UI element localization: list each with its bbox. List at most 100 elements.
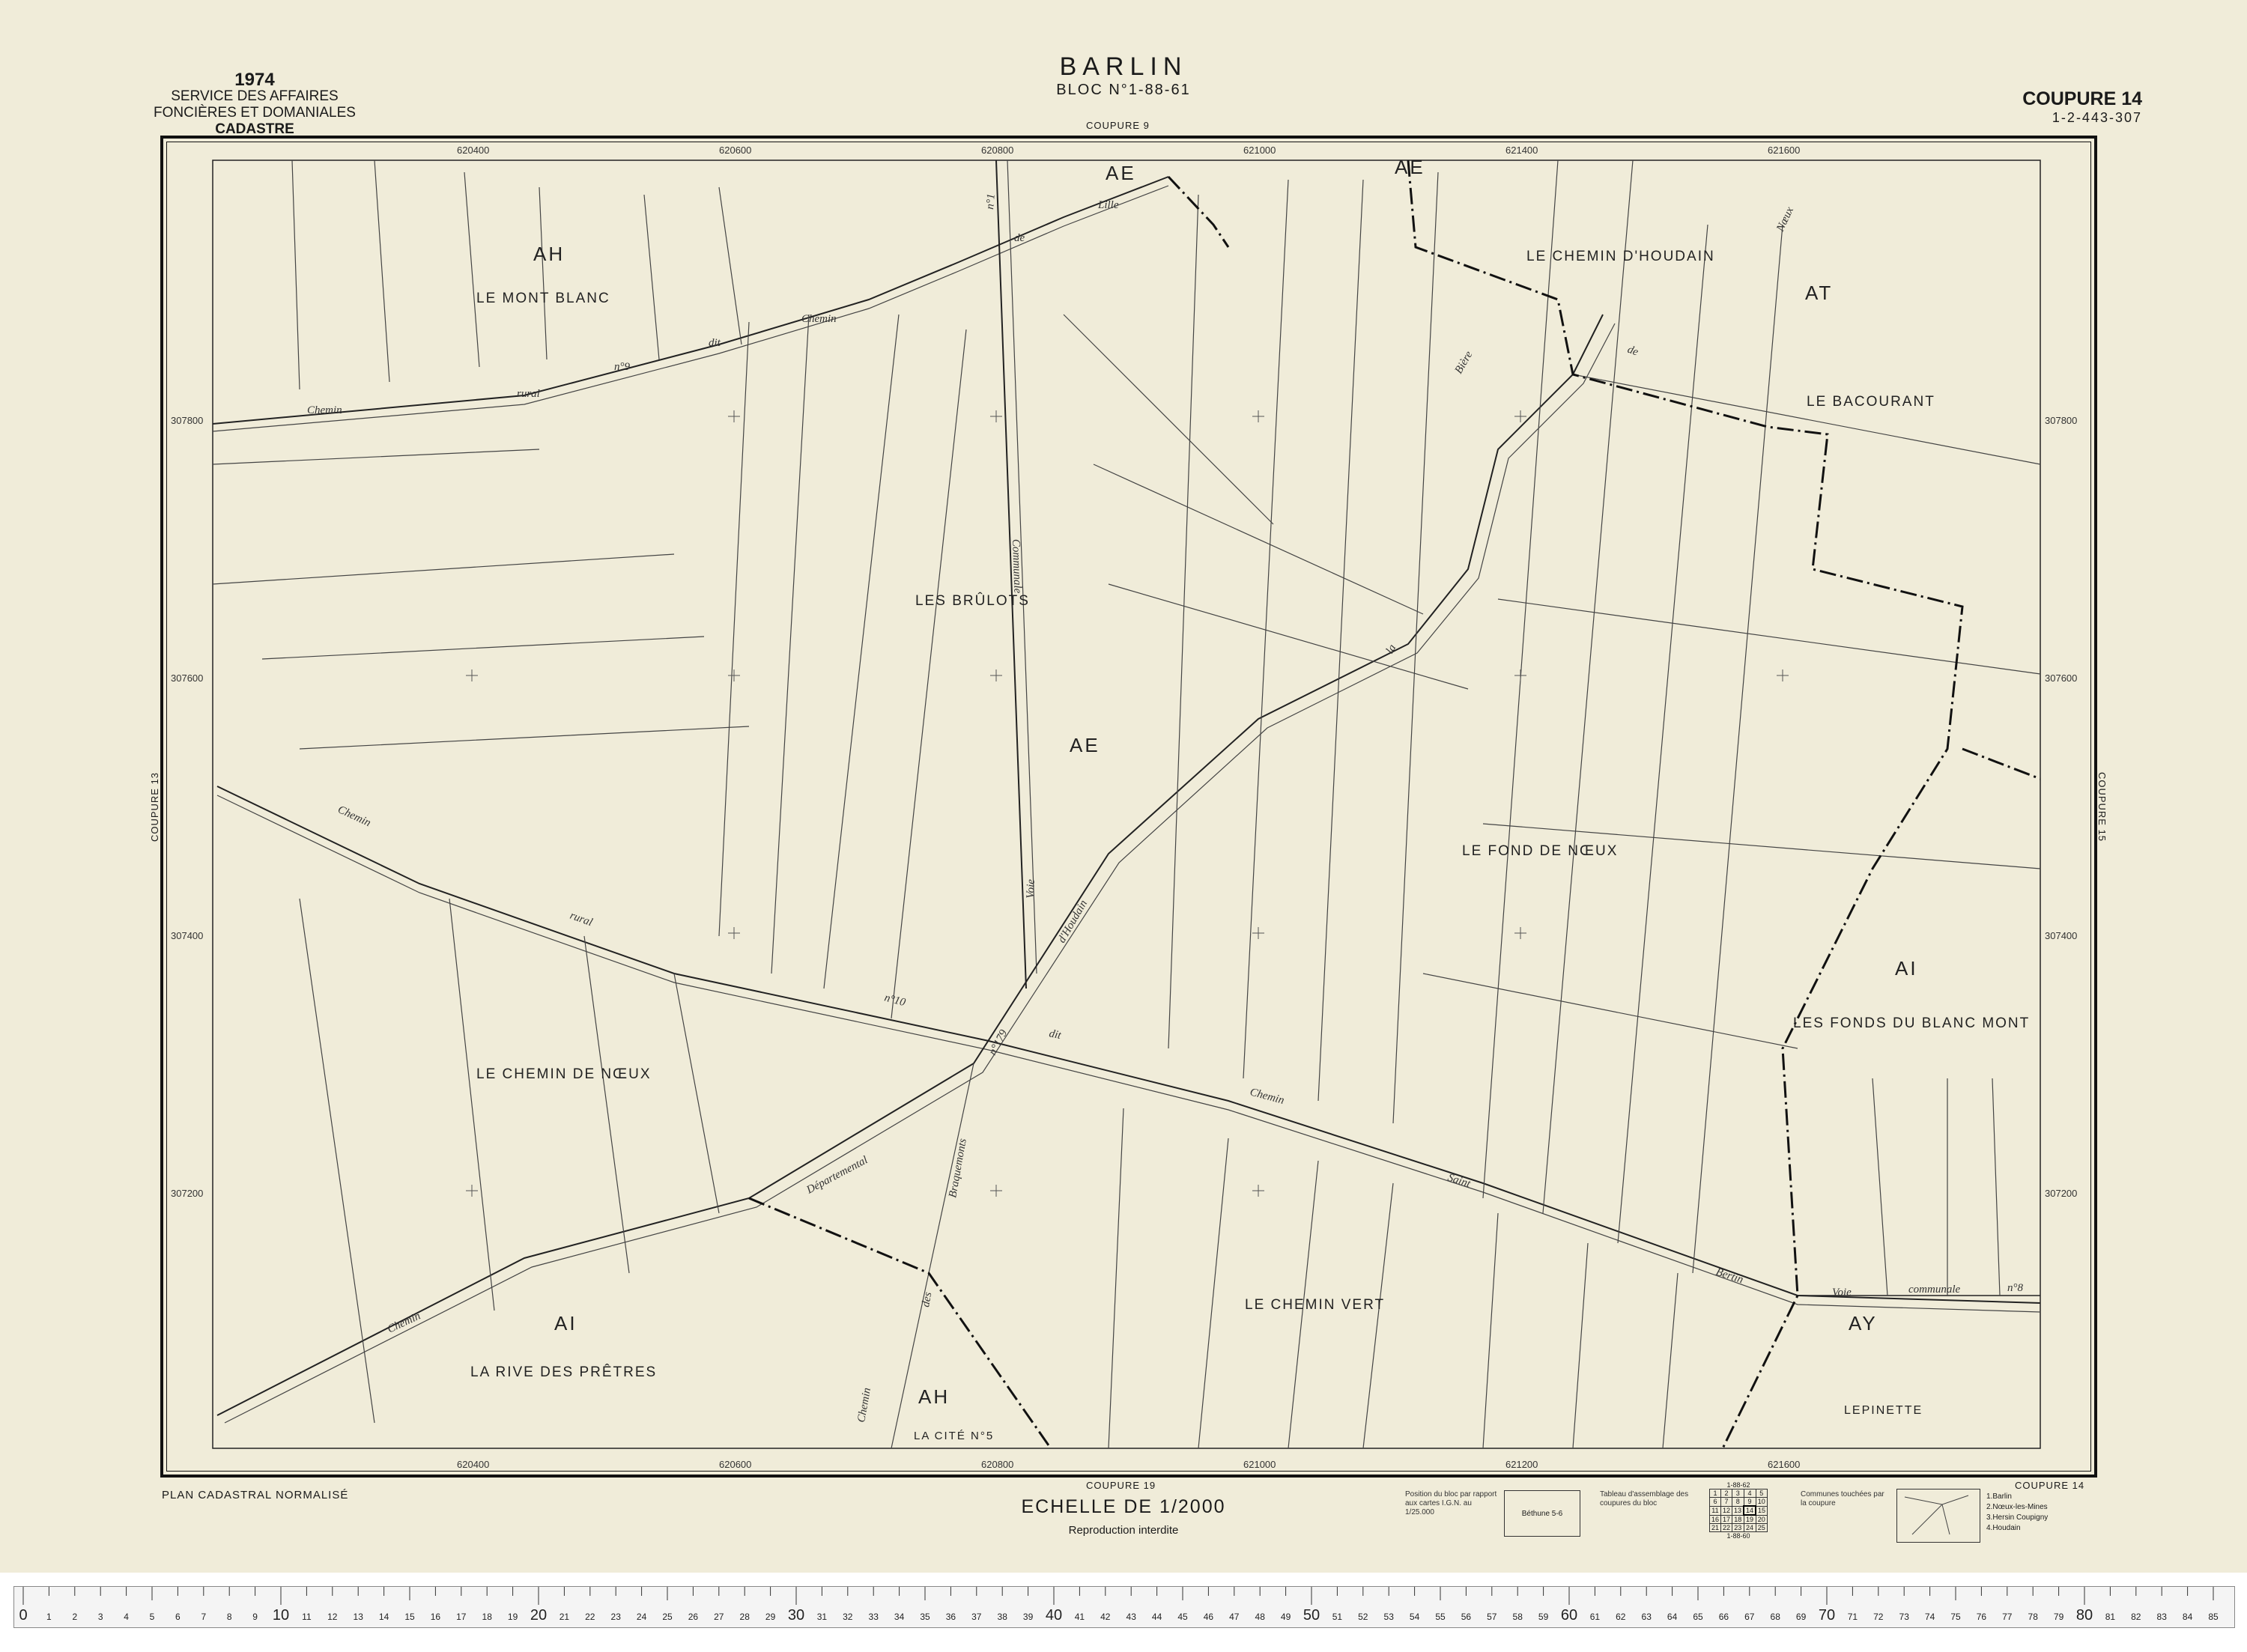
locality-chemin-de-noeux: LE CHEMIN DE NŒUX — [476, 1066, 652, 1082]
ruler-mark: 45 — [1177, 1612, 1188, 1622]
ruler-mark: 13 — [354, 1612, 364, 1622]
road-label-voie-2: Voie — [1832, 1287, 1852, 1299]
ruler-mark: 5 — [150, 1612, 155, 1622]
section-ai-east: AI — [1895, 957, 1918, 980]
road-label-communale: Communale — [1010, 539, 1024, 594]
section-boundaries — [748, 160, 2041, 1449]
ruler-mark: 32 — [843, 1612, 853, 1622]
ruler-mark: 55 — [1435, 1612, 1446, 1622]
assemblage-cell: 9 — [1743, 1497, 1756, 1507]
ruler-mark: 17 — [456, 1612, 467, 1622]
assemblage-cell: 19 — [1743, 1514, 1756, 1524]
road-label-dit: dit — [709, 337, 721, 349]
parcels-east — [1482, 160, 1783, 1274]
communes-note: Communes touchées par la coupure — [1801, 1490, 1884, 1507]
grid-x-5: 621400 — [1505, 145, 1538, 156]
road-label-chemin: Chemin — [307, 404, 342, 416]
assemblage-cell: 2 — [1720, 1489, 1732, 1498]
section-ai-south: AI — [554, 1312, 577, 1334]
ruler-mark: 73 — [1899, 1612, 1910, 1622]
ruler-mark: 4 — [124, 1612, 129, 1622]
ruler-mark: 65 — [1693, 1612, 1703, 1622]
ruler-mark: 56 — [1461, 1612, 1472, 1622]
ruler-mark: 52 — [1358, 1612, 1368, 1622]
ruler-mark: 12 — [327, 1612, 338, 1622]
ruler-mark: 63 — [1642, 1612, 1652, 1622]
road-label-bertin: Bertin — [1714, 1266, 1745, 1287]
ruler-mark: 70 — [1819, 1607, 1835, 1624]
ruler-mark: 75 — [1950, 1612, 1961, 1622]
ruler-mark: 15 — [404, 1612, 415, 1622]
road-label-la: la — [1384, 643, 1399, 656]
parcels-south-east — [1872, 1078, 2001, 1296]
road-label-rural: rural — [517, 388, 540, 400]
ruler-mark: 48 — [1255, 1612, 1266, 1622]
section-ae-top: AE — [1106, 162, 1136, 184]
road-label-n179: n°179 — [986, 1027, 1010, 1057]
assemblage-cell: 25 — [1755, 1523, 1768, 1532]
ruler-mark: 59 — [1538, 1612, 1549, 1622]
assemblage-bottom: 1-88-60 — [1726, 1532, 1750, 1540]
assemblage-note: Tableau d'assemblage des coupures du blo… — [1600, 1490, 1689, 1507]
ruler-mark: 16 — [431, 1612, 441, 1622]
road-label-n1: n°1 — [984, 193, 998, 210]
road-departemental-179-edge — [224, 323, 1616, 1424]
road-label-voie: Voie — [1025, 878, 1037, 899]
grid-x-1: 620400 — [457, 145, 489, 156]
grid-x-2: 620600 — [719, 145, 751, 156]
section-ay: AY — [1849, 1312, 1878, 1334]
ruler-mark: 19 — [508, 1612, 518, 1622]
assemblage-cell-current: 14 — [1742, 1505, 1757, 1516]
ruler-mark: 46 — [1204, 1612, 1214, 1622]
ruler-mark: 71 — [1848, 1612, 1858, 1622]
ruler-mark: 39 — [1023, 1612, 1034, 1622]
plan-label: PLAN CADASTRAL NORMALISÉ — [162, 1489, 349, 1501]
ruler-mark: 72 — [1873, 1612, 1884, 1622]
ruler-mark: 11 — [302, 1612, 312, 1622]
assemblage-cell: 8 — [1731, 1497, 1744, 1507]
commune-item: 1.Barlin — [1986, 1492, 2012, 1501]
ruler-mark: 37 — [971, 1612, 982, 1622]
section-ah-south: AH — [918, 1385, 950, 1408]
locality-mont-blanc: LE MONT BLANC — [476, 291, 610, 306]
road-chemin-de-lille — [212, 176, 1169, 425]
road-label-des: des — [920, 1291, 934, 1308]
ruler-mark: 84 — [2183, 1612, 2193, 1622]
ruler-mark: 1 — [46, 1612, 52, 1622]
assemblage-cell: 4 — [1743, 1489, 1756, 1498]
road-label-chemin-6: Chemin — [855, 1387, 873, 1424]
grid-y-right-2: 307600 — [2045, 672, 2077, 684]
commune-item: 2.Nœux-les-Mines — [1986, 1503, 2048, 1511]
ruler-mark: 26 — [688, 1612, 699, 1622]
ruler-mark: 36 — [946, 1612, 956, 1622]
assemblage-cell: 10 — [1755, 1497, 1768, 1507]
scale-label: ECHELLE DE 1/2000 — [1021, 1496, 1226, 1517]
grid-xb-2: 620600 — [719, 1459, 751, 1470]
ruler-ticks: 0 1 2 3 4 5 6 7 8 9 10 11 12 13 14 15 16 17 18 19 20 21 22 23 24… — [19, 1587, 2219, 1624]
section-ah-north: AH — [533, 243, 565, 265]
road-label-chemin-3: Chemin — [336, 804, 372, 829]
ruler-mark: 82 — [2131, 1612, 2141, 1622]
assemblage-cell: 11 — [1708, 1505, 1721, 1516]
position-note: Position du bloc par rapport aux cartes … — [1405, 1490, 1497, 1516]
assemblage-cell: 3 — [1731, 1489, 1744, 1498]
road-label-n10: n°10 — [883, 991, 907, 1009]
ruler-mark: 76 — [1977, 1612, 1987, 1622]
ruler-mark: 30 — [788, 1607, 804, 1624]
assemblage-cell: 21 — [1708, 1523, 1721, 1532]
ruler-mark: 58 — [1513, 1612, 1523, 1622]
road-label-n9: n°9 — [614, 361, 630, 373]
communes-map-box — [1896, 1489, 1980, 1543]
parcel-lines — [212, 160, 2041, 1449]
ruler-mark: 41 — [1075, 1612, 1085, 1622]
road-label-chemin-4: Chemin — [1249, 1086, 1285, 1107]
assemblage-cell: 23 — [1731, 1523, 1744, 1532]
parcels-west — [212, 449, 750, 750]
locality-fonds-blanc-mont: LES FONDS DU BLANC MONT — [1793, 1015, 2030, 1031]
grid-crosses — [466, 410, 1789, 1197]
ruler-mark: 23 — [611, 1612, 622, 1622]
ruler-mark: 43 — [1126, 1612, 1137, 1622]
assemblage-cell: 18 — [1731, 1514, 1744, 1524]
grid-y-4: 307200 — [171, 1188, 203, 1199]
road-chemin-de-lille-edge — [212, 185, 1169, 432]
